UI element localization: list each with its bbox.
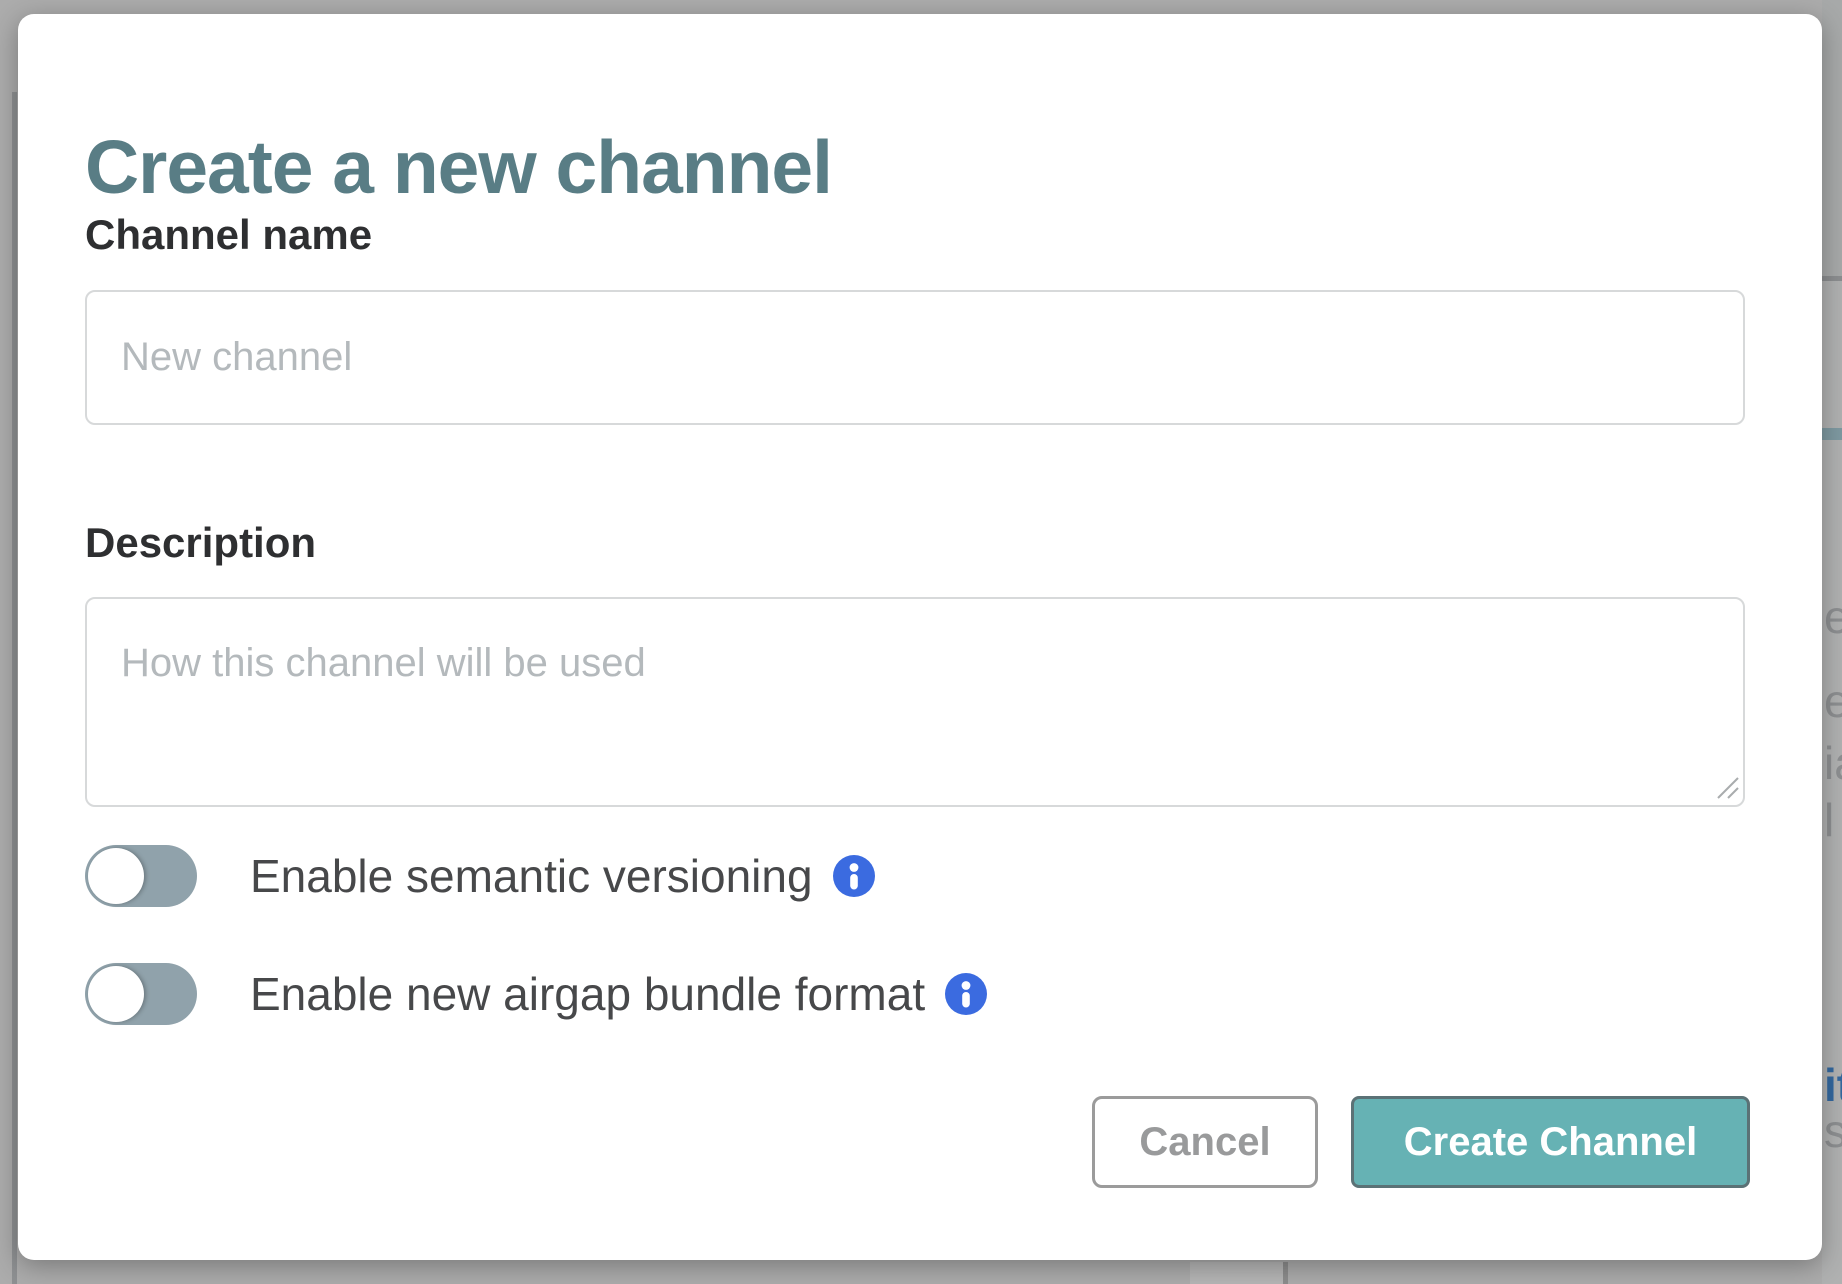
background-divider-line [1822,276,1842,281]
info-icon[interactable] [945,973,987,1015]
create-channel-modal: Create a new channel Channel name Descri… [18,14,1822,1260]
background-text-fragment: l [1824,797,1834,843]
background-page-strip-top [1822,0,1842,276]
background-bottom-patch [1190,1262,1283,1284]
background-text-fragment: e [1824,594,1842,640]
airgap-bundle-row: Enable new airgap bundle format [85,963,987,1025]
airgap-bundle-toggle[interactable] [85,963,197,1025]
modal-actions: Cancel Create Channel [18,1096,1822,1188]
description-textarea[interactable] [85,597,1745,807]
toggle-knob[interactable] [88,848,144,904]
background-teal-fragment [1822,428,1842,440]
semantic-versioning-toggle[interactable] [85,845,197,907]
airgap-bundle-label: Enable new airgap bundle format [250,971,925,1017]
channel-name-label: Channel name [85,214,372,256]
modal-title: Create a new channel [85,130,832,205]
background-bottom-divider [1283,1262,1288,1284]
background-link-fragment: it [1824,1062,1842,1108]
create-channel-button[interactable]: Create Channel [1351,1096,1750,1188]
semantic-versioning-row: Enable semantic versioning [85,845,875,907]
info-icon[interactable] [833,855,875,897]
background-page-edge [12,92,17,1284]
cancel-button[interactable]: Cancel [1092,1096,1318,1188]
resize-handle-icon[interactable] [1712,772,1742,802]
background-text-fragment: ia [1824,740,1842,786]
channel-name-input[interactable] [85,290,1745,425]
description-label: Description [85,522,316,564]
toggle-knob[interactable] [88,966,144,1022]
background-text-fragment: s [1824,1108,1842,1154]
dimmed-page-overlay: e e ia l it s Create a new channel Chann… [0,0,1842,1284]
semantic-versioning-label: Enable semantic versioning [250,853,813,899]
background-text-fragment: e [1824,678,1842,724]
